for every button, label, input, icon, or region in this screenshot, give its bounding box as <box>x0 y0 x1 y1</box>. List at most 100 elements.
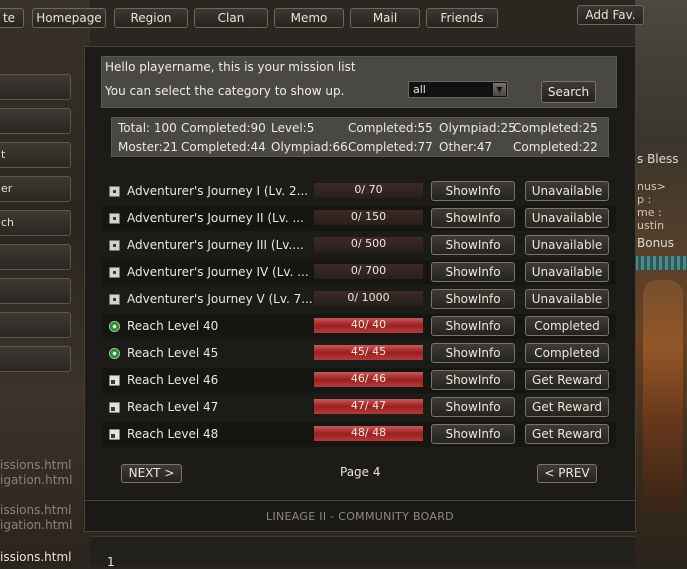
show-info-button[interactable]: ShowInfo <box>431 397 515 417</box>
side-tab[interactable] <box>0 108 71 134</box>
category-select-value: all <box>413 83 426 96</box>
lock-icon <box>109 186 120 197</box>
progress-text: 47/ 47 <box>350 399 387 412</box>
mission-status-button[interactable]: Unavailable <box>525 235 609 255</box>
progress-text: 46/ 46 <box>350 372 387 385</box>
nav-friends[interactable]: Friends <box>426 8 498 28</box>
lock-icon <box>109 240 120 251</box>
show-info-button[interactable]: ShowInfo <box>431 424 515 444</box>
mission-title: Reach Level 40 <box>127 319 219 333</box>
bonus-label: Bonus <box>637 236 675 250</box>
next-page-button[interactable]: NEXT > <box>121 464 182 483</box>
search-button[interactable]: Search <box>541 81 596 103</box>
show-info-button[interactable]: ShowInfo <box>431 289 515 309</box>
nav-homepage[interactable]: Homepage <box>32 8 106 28</box>
nav-clan[interactable]: Clan <box>194 8 268 28</box>
progress-text: 0/ 700 <box>350 264 387 277</box>
stat-olympiad: Olympiad:25 <box>439 121 516 135</box>
stat-completed: Completed:90 <box>181 121 266 135</box>
mission-row: Adventurer's Journey V (Lv. 7... 0/ 1000 S… <box>102 287 616 312</box>
progress-text: 0/ 1000 <box>347 291 390 304</box>
mission-status-button[interactable]: Unavailable <box>525 262 609 282</box>
chevron-down-icon[interactable]: ▼ <box>493 83 506 96</box>
board-footer: LINEAGE II - COMMUNITY BOARD <box>84 500 636 532</box>
mission-status-button[interactable]: Get Reward <box>525 370 609 390</box>
prev-page-button[interactable]: < PREV <box>537 464 597 483</box>
mission-row: Adventurer's Journey I (Lv. 2... 0/ 70 Sho… <box>102 179 616 204</box>
completed-icon <box>109 321 120 332</box>
character-figure <box>643 280 683 510</box>
mission-row: Reach Level 48 48/ 48 ShowInfo Get Reward <box>102 422 616 447</box>
decorative-strip <box>635 256 687 270</box>
show-info-button[interactable]: ShowInfo <box>431 262 515 282</box>
side-tab[interactable] <box>0 312 71 338</box>
progress-text: 0/ 150 <box>350 210 387 223</box>
show-info-button[interactable]: ShowInfo <box>431 343 515 363</box>
top-navigation: te Homepage Region Clan Memo Mail Friend… <box>0 0 687 32</box>
unlock-icon <box>109 375 120 386</box>
greeting-text: Hello playername, this is your mission l… <box>105 60 356 74</box>
show-info-button[interactable]: ShowInfo <box>431 208 515 228</box>
side-tab[interactable] <box>0 74 71 100</box>
instruction-text: You can select the category to show up. <box>105 84 345 98</box>
side-tab[interactable]: ch <box>0 210 71 236</box>
mission-row: Adventurer's Journey II (Lv. ... 0/ 150 Sh… <box>102 206 616 231</box>
progress-bar: 40/ 40 <box>314 318 423 333</box>
page-indicator: Page 4 <box>340 465 381 479</box>
progress-bar: 0/ 1000 <box>314 291 423 306</box>
side-tab[interactable]: er <box>0 176 71 202</box>
show-info-button[interactable]: ShowInfo <box>431 235 515 255</box>
bless-label: s Bless <box>637 152 679 166</box>
stat-olympiad: Olympiad:66 <box>271 140 348 154</box>
side-tab[interactable] <box>0 278 71 304</box>
mission-status-button[interactable]: Get Reward <box>525 424 609 444</box>
progress-bar: 0/ 500 <box>314 237 423 252</box>
mission-status-button[interactable]: Unavailable <box>525 289 609 309</box>
nav-item-partial[interactable]: te <box>0 8 24 28</box>
category-select[interactable]: all ▼ <box>408 81 508 98</box>
mission-row: Adventurer's Journey III (Lv.... 0/ 500 Sh… <box>102 233 616 258</box>
stat-monster: Moster:21 <box>118 140 179 154</box>
stat-level: Level:5 <box>271 121 315 135</box>
background-file-label: issions.html <box>0 550 72 564</box>
progress-bar: 0/ 150 <box>314 210 423 225</box>
completed-icon <box>109 348 120 359</box>
mission-row: Adventurer's Journey IV (Lv. ... 0/ 700 Sh… <box>102 260 616 285</box>
unlock-icon <box>109 429 120 440</box>
stat-completed: Completed:55 <box>348 121 433 135</box>
mission-title: Reach Level 46 <box>127 373 219 387</box>
progress-text: 0/ 70 <box>354 183 383 196</box>
show-info-button[interactable]: ShowInfo <box>431 181 515 201</box>
mission-title: Adventurer's Journey IV (Lv. ... <box>127 265 309 279</box>
nav-mail[interactable]: Mail <box>350 8 420 28</box>
show-info-button[interactable]: ShowInfo <box>431 316 515 336</box>
mission-status-button[interactable]: Completed <box>525 316 609 336</box>
mission-title: Adventurer's Journey III (Lv.... <box>127 238 304 252</box>
mission-title: Reach Level 45 <box>127 346 219 360</box>
mission-status-button[interactable]: Completed <box>525 343 609 363</box>
side-tab[interactable]: t <box>0 142 71 168</box>
status-text: nus> p : me : ustin <box>637 180 666 232</box>
progress-bar: 45/ 45 <box>314 345 423 360</box>
mission-title: Adventurer's Journey II (Lv. ... <box>127 211 304 225</box>
stat-completed: Completed:22 <box>513 140 598 154</box>
show-info-button[interactable]: ShowInfo <box>431 370 515 390</box>
mission-row: Reach Level 40 40/ 40 ShowInfo Completed <box>102 314 616 339</box>
stat-completed: Completed:44 <box>181 140 266 154</box>
nav-memo[interactable]: Memo <box>274 8 344 28</box>
nav-region[interactable]: Region <box>114 8 188 28</box>
lock-icon <box>109 294 120 305</box>
mission-status-button[interactable]: Unavailable <box>525 208 609 228</box>
mission-status-button[interactable]: Unavailable <box>525 181 609 201</box>
background-right: s Bless nus> p : me : ustin Bonus <box>635 0 687 566</box>
stat-other: Other:47 <box>439 140 493 154</box>
mission-status-button[interactable]: Get Reward <box>525 397 609 417</box>
add-favorite-button[interactable]: Add Fav. <box>577 5 644 25</box>
mission-row: Reach Level 47 47/ 47 ShowInfo Get Reward <box>102 395 616 420</box>
progress-text: 0/ 500 <box>350 237 387 250</box>
side-tab[interactable] <box>0 346 71 372</box>
hotbar: 1 <box>90 536 635 569</box>
progress-bar: 0/ 700 <box>314 264 423 279</box>
side-tab[interactable] <box>0 244 71 270</box>
progress-bar: 48/ 48 <box>314 426 423 441</box>
